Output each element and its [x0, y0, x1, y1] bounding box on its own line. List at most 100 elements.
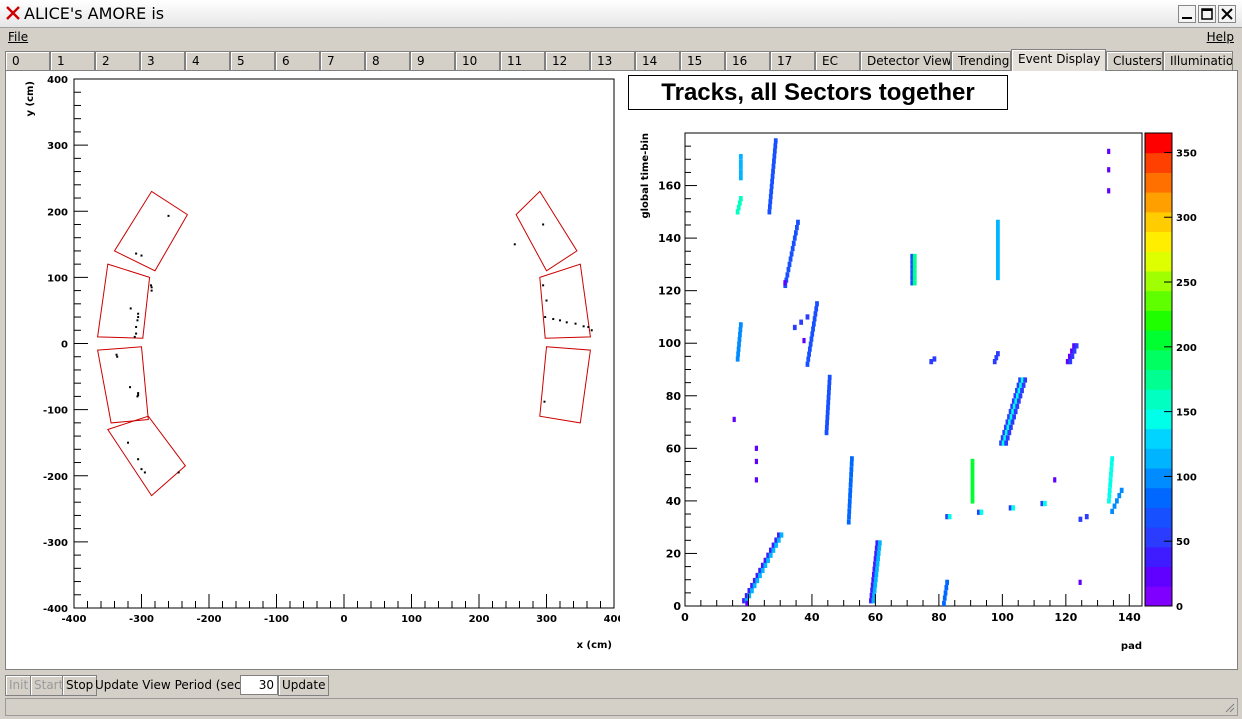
- heatmap-cell: [849, 471, 854, 478]
- heatmap-cell: [1053, 477, 1057, 483]
- heatmap-cell: [1009, 424, 1013, 430]
- heatmap-cell: [996, 229, 1000, 236]
- tab-1[interactable]: 1: [50, 51, 95, 71]
- heatmap-cell: [738, 196, 743, 202]
- maximize-icon: [1201, 8, 1213, 20]
- heatmap-cell: [979, 509, 984, 515]
- heatmap-cell: [811, 321, 816, 327]
- heatmap-cell: [826, 389, 831, 396]
- tab-8[interactable]: 8: [365, 51, 410, 71]
- hit-point: [544, 316, 547, 319]
- heatmap-cell: [996, 351, 1000, 357]
- tab-0[interactable]: 0: [5, 51, 50, 71]
- heatmap-cell: [827, 379, 832, 386]
- resize-grip-icon[interactable]: [1223, 701, 1235, 713]
- tab-3[interactable]: 3: [140, 51, 185, 71]
- tab-13[interactable]: 13: [590, 51, 635, 71]
- hit-point: [582, 325, 585, 328]
- tab-7[interactable]: 7: [320, 51, 365, 71]
- heatmap-cell: [871, 598, 876, 604]
- minimize-button[interactable]: [1178, 5, 1196, 23]
- tab-9[interactable]: 9: [410, 51, 455, 71]
- y-tick-label: -200: [43, 472, 68, 483]
- heatmap-cell: [996, 234, 1000, 241]
- tab-6[interactable]: 6: [275, 51, 320, 71]
- hit-point: [133, 335, 136, 338]
- heatmap-cell: [824, 429, 829, 436]
- heatmap-cell: [996, 254, 1000, 261]
- canvas-area: -400-300-200-1000100200300400-400-300-20…: [5, 70, 1238, 670]
- colorbar-segment: [1145, 546, 1172, 568]
- heatmap-cell: [1107, 148, 1111, 155]
- heatmap-cell: [1018, 393, 1023, 399]
- hit-point: [137, 458, 140, 461]
- tracks-xy-chart: -400 -300 -200 -100 0 100 200 300 400 -400 -300 -20…: [25, 75, 620, 651]
- menu-file[interactable]: File: [8, 30, 28, 44]
- tab-event-display[interactable]: Event Display: [1011, 49, 1106, 71]
- tab-14[interactable]: 14: [635, 51, 680, 71]
- heatmap-cell: [996, 239, 1000, 246]
- tab-11[interactable]: 11: [500, 51, 545, 71]
- menu-help[interactable]: Help: [1207, 30, 1234, 44]
- x-tick-label: 40: [804, 611, 820, 624]
- heatmap-cell: [786, 267, 791, 273]
- tab-17[interactable]: 17: [770, 51, 815, 71]
- heatmap-cell: [1084, 514, 1089, 520]
- heatmap-cell: [912, 259, 917, 265]
- tab-ec[interactable]: EC: [815, 51, 860, 71]
- hit-point: [543, 400, 546, 403]
- tab-10[interactable]: 10: [455, 51, 500, 71]
- heatmap-cell: [1115, 498, 1119, 504]
- colorbar-tick-label: 150: [1176, 408, 1197, 419]
- init-button[interactable]: Init: [5, 675, 33, 696]
- heatmap-cell: [876, 550, 881, 557]
- tab-15[interactable]: 15: [680, 51, 725, 71]
- heatmap-cell: [970, 468, 975, 474]
- heatmap-cell: [850, 456, 854, 462]
- colorbar-segment: [1145, 527, 1172, 548]
- y-tick-label: 60: [666, 442, 682, 455]
- update-period-input[interactable]: [240, 675, 278, 695]
- heatmap-cell: [738, 154, 743, 160]
- heatmap-cell: [912, 274, 917, 281]
- x-axis-label: x (cm): [577, 640, 612, 651]
- heatmap-cell: [763, 562, 768, 568]
- colorbar-segment: [1145, 152, 1172, 173]
- tab-16[interactable]: 16: [725, 51, 770, 71]
- update-button[interactable]: Update: [278, 675, 330, 696]
- tab-2[interactable]: 2: [95, 51, 140, 71]
- close-button[interactable]: [1218, 5, 1236, 23]
- tab-5[interactable]: 5: [230, 51, 275, 71]
- colorbar-segment: [1145, 231, 1172, 252]
- tab-trending[interactable]: Trending: [951, 51, 1011, 71]
- colorbar-tick-label: 0: [1176, 602, 1183, 613]
- y-tick-label: 100: [47, 273, 68, 284]
- tab-4[interactable]: 4: [185, 51, 230, 71]
- x-tick-label: -200: [196, 614, 221, 625]
- heatmap-cell: [785, 272, 790, 278]
- tab-clusters[interactable]: Clusters: [1106, 51, 1163, 71]
- heatmap-cell: [805, 361, 810, 367]
- tab-12[interactable]: 12: [545, 51, 590, 71]
- heatmap-cell: [772, 148, 777, 154]
- colorbar-segment: [1145, 211, 1172, 233]
- y-tick-label: -400: [43, 604, 68, 615]
- colorbar-tick-label: 300: [1176, 213, 1197, 224]
- heatmap-cell: [1110, 456, 1115, 462]
- heatmap-cell: [772, 153, 777, 159]
- heatmap-cell: [825, 419, 829, 426]
- heatmap-cell: [789, 251, 794, 257]
- heatmap-cell: [1010, 419, 1015, 425]
- tab-detector-view[interactable]: Detector View: [860, 51, 951, 71]
- heatmap-cell: [970, 488, 975, 494]
- heatmap-cell: [1070, 353, 1075, 359]
- heatmap-cell: [826, 404, 830, 411]
- heatmap-cell: [827, 384, 832, 391]
- stop-button[interactable]: Stop: [62, 675, 98, 696]
- tab-bar: 0 1 2 3 4 5 6 7 8 9 10 11 12 13 14 15 16 17 EC Detector Vie…: [5, 49, 1237, 71]
- maximize-button[interactable]: [1198, 5, 1216, 23]
- heatmap-cell: [809, 336, 814, 342]
- heatmap-cell: [788, 256, 793, 262]
- hit-point: [135, 325, 138, 328]
- tab-illumination[interactable]: Illumination: [1163, 51, 1233, 71]
